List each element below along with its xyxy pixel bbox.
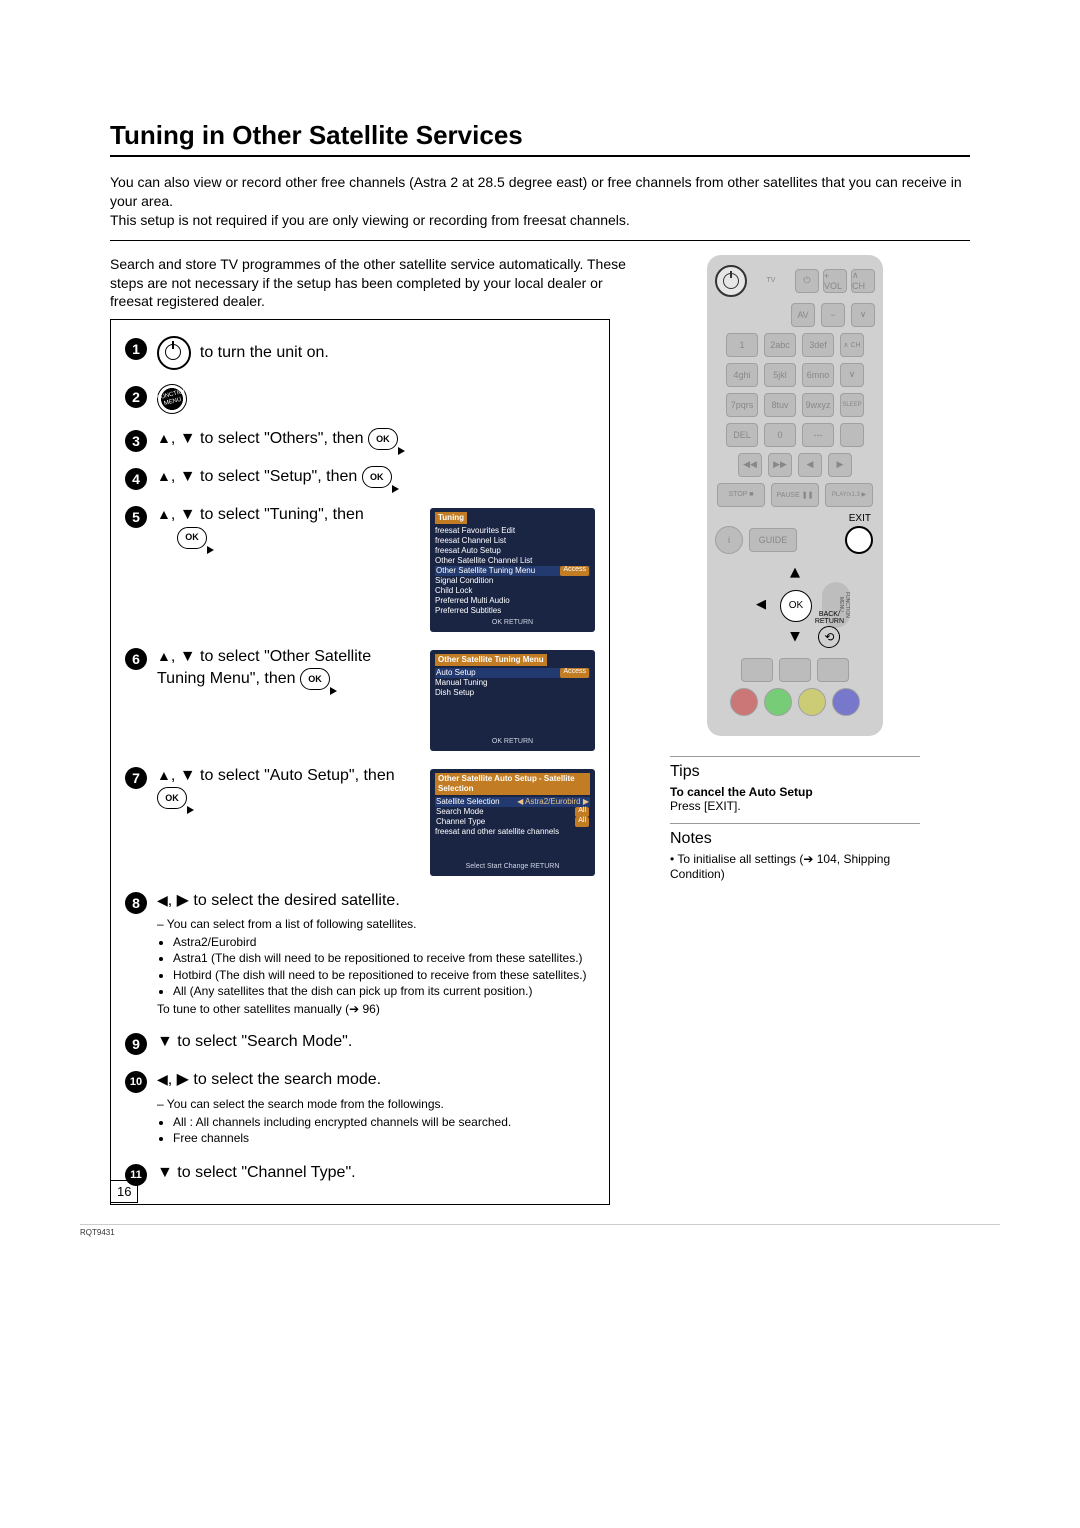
ok-icon: OK	[300, 668, 330, 690]
remote-ok-button: OK	[780, 590, 812, 622]
remote-exit-label: EXIT	[715, 513, 871, 524]
remote-illustration: TV ⏻ + VOL ∧ CH AV − ∨ 12abc3def∧ CH 4gh…	[707, 255, 883, 736]
page-number: 16	[110, 1180, 138, 1203]
arrow-left-icon: ◀	[157, 1071, 168, 1087]
step3-text: , ▼ to select "Others", then	[171, 431, 364, 448]
arrow-left-icon: ◀	[157, 892, 168, 908]
step-badge-8: 8	[125, 892, 147, 914]
mode-all: All : All channels including encrypted c…	[173, 1114, 595, 1130]
tips-heading: Tips	[670, 756, 920, 781]
remote-ch-up: ∧ CH	[851, 269, 875, 293]
steps-box: 1 to turn the unit on. 2 FUNCTIONMENU 3	[110, 319, 610, 1205]
arrow-up-icon: ▲	[157, 431, 171, 447]
remote-back-return: BACK/ RETURN ⟲	[815, 611, 844, 648]
page-title: Tuning in Other Satellite Services	[110, 120, 970, 157]
tips-section: Tips To cancel the Auto Setup Press [EXI…	[670, 756, 920, 813]
notes-section: Notes • To initialise all settings (➔ 10…	[670, 823, 920, 883]
mode-free: Free channels	[173, 1130, 595, 1146]
remote-arrow-down-icon	[790, 632, 800, 642]
sat-astra1: Astra1 (The dish will need to be reposit…	[173, 950, 595, 966]
tuning-menu-panel: Tuning freesat Favourites Edit freesat C…	[430, 508, 595, 632]
ok-icon: OK	[368, 428, 398, 450]
arrow-up-icon: ▲	[157, 767, 171, 783]
auto-setup-panel: Other Satellite Auto Setup - Satellite S…	[430, 769, 595, 876]
arrow-up-icon: ▲	[157, 648, 171, 664]
step8-text: , ▶ to select the desired satellite.	[168, 892, 400, 909]
search-intro: Search and store TV programmes of the ot…	[110, 255, 640, 312]
function-menu-icon: FUNCTIONMENU	[154, 381, 191, 418]
ost-menu-header: Other Satellite Tuning Menu	[435, 654, 547, 666]
remote-exit-button	[845, 526, 873, 554]
sat-astra2: Astra2/Eurobird	[173, 934, 595, 950]
remote-info: i	[715, 526, 743, 554]
remote-guide: GUIDE	[749, 528, 797, 552]
step11-text: ▼ to select "Channel Type".	[157, 1164, 356, 1181]
step5-text: , ▼ to select "Tuning", then	[171, 506, 364, 523]
ost-menu-panel: Other Satellite Tuning Menu Auto SetupAc…	[430, 650, 595, 751]
step-badge-10: 10	[125, 1071, 147, 1093]
remote-av: AV	[791, 303, 815, 327]
step-badge-4: 4	[125, 468, 147, 490]
step-badge-5: 5	[125, 506, 147, 528]
intro-block: You can also view or record other free c…	[110, 163, 970, 241]
step-badge-9: 9	[125, 1033, 147, 1055]
step1-text: to turn the unit on.	[200, 345, 329, 362]
step4-text: , ▼ to select "Setup", then	[171, 469, 357, 486]
notes-heading: Notes	[670, 823, 920, 848]
remote-vol-up: + VOL	[823, 269, 847, 293]
document-id: RQT9431	[80, 1224, 1000, 1237]
remote-power-icon	[715, 265, 747, 297]
arrow-up-icon: ▲	[157, 469, 171, 485]
step10-text: , ▶ to select the search mode.	[168, 1071, 381, 1088]
remote-tv-power: ⏻	[795, 269, 819, 293]
ok-icon: OK	[157, 787, 187, 809]
step-badge-3: 3	[125, 430, 147, 452]
step8-tail: To tune to other satellites manually (➔ …	[157, 1001, 595, 1017]
return-icon: ⟲	[818, 626, 840, 648]
intro-p2: This setup is not required if you are on…	[110, 211, 970, 230]
step7-text: , ▼ to select "Auto Setup", then	[171, 767, 395, 784]
remote-vol-down: −	[821, 303, 845, 327]
tuning-menu-header: Tuning	[435, 512, 467, 524]
power-icon	[157, 336, 191, 370]
ok-icon: OK	[362, 466, 392, 488]
arrow-up-icon: ▲	[157, 506, 171, 522]
tips-cancel-body: Press [EXIT].	[670, 799, 920, 813]
step-badge-1: 1	[125, 338, 147, 360]
step-badge-6: 6	[125, 648, 147, 670]
sat-hotbird: Hotbird (The dish will need to be reposi…	[173, 967, 595, 983]
remote-arrow-left-icon	[756, 600, 766, 610]
step6-text: , ▼ to select "Other Satellite Tuning Me…	[157, 648, 371, 688]
step8-sub-intro: – You can select from a list of followin…	[157, 916, 595, 932]
step10-sub-intro: – You can select the search mode from th…	[157, 1096, 595, 1112]
ok-icon: OK	[177, 527, 207, 549]
remote-ch-down: ∨	[851, 303, 875, 327]
step9-text: ▼ to select "Search Mode".	[157, 1033, 352, 1050]
remote-nav-pad: OK FUNCTION MENU BACK/ RETURN ⟲	[740, 560, 850, 650]
auto-setup-header: Other Satellite Auto Setup - Satellite S…	[435, 773, 590, 795]
step-badge-7: 7	[125, 767, 147, 789]
sat-all: All (Any satellites that the dish can pi…	[173, 983, 595, 999]
intro-p1: You can also view or record other free c…	[110, 173, 970, 211]
step-badge-2: 2	[125, 386, 147, 408]
notes-body: • To initialise all settings (➔ 104, Shi…	[670, 852, 920, 883]
remote-arrow-up-icon	[790, 568, 800, 578]
tips-cancel-title: To cancel the Auto Setup	[670, 785, 920, 799]
